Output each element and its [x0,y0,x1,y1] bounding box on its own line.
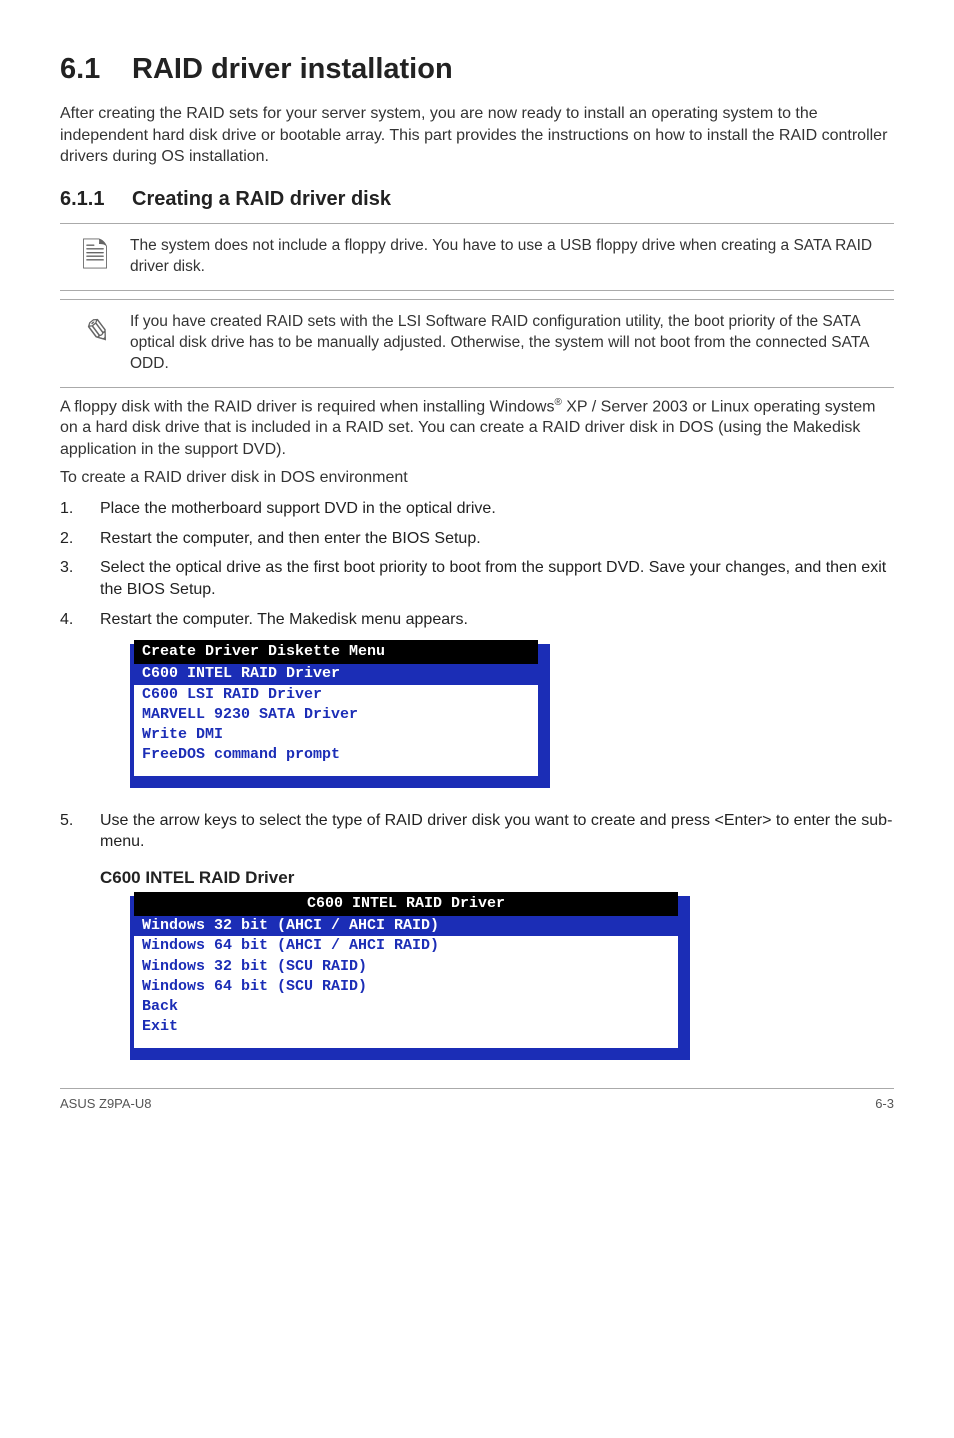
footer-divider [60,1088,894,1089]
intro-paragraph: After creating the RAID sets for your se… [60,103,894,168]
menu-item[interactable]: Windows 64 bit (SCU RAID) [134,977,678,997]
console-menu: C600 INTEL RAID Driver Windows 32 bit (A… [130,896,690,1060]
note-box: 🗎 The system does not include a floppy d… [60,223,894,291]
footer-right: 6-3 [875,1095,894,1113]
menu-item[interactable]: MARVELL 9230 SATA Driver [134,705,538,725]
menu-item[interactable]: Exit [134,1017,678,1037]
note-box: ✎ If you have created RAID sets with the… [60,299,894,388]
pencil-icon: ✎ [60,308,130,356]
step-number: 1. [60,498,100,520]
menu-item[interactable]: Write DMI [134,725,538,745]
console-caption: C600 INTEL RAID Driver [100,867,894,890]
subsection-heading: 6.1.1Creating a RAID driver disk [60,186,894,213]
step-text: Use the arrow keys to select the type of… [100,810,894,853]
step-list: 5.Use the arrow keys to select the type … [60,806,894,857]
list-item: 1.Place the motherboard support DVD in t… [60,494,894,524]
list-item: 2.Restart the computer, and then enter t… [60,524,894,554]
note-text: If you have created RAID sets with the L… [130,308,894,379]
list-item: 5.Use the arrow keys to select the type … [60,806,894,857]
list-item: 4.Restart the computer. The Makedisk men… [60,605,894,635]
section-title: RAID driver installation [132,53,453,85]
step-number: 3. [60,557,100,600]
footer-left: ASUS Z9PA-U8 [60,1095,152,1113]
console-title: C600 INTEL RAID Driver [134,892,678,916]
subsection-title: Creating a RAID driver disk [132,188,391,210]
step-number: 2. [60,528,100,550]
step-number: 4. [60,609,100,631]
step-text: Place the motherboard support DVD in the… [100,498,894,520]
list-item: 3.Select the optical drive as the first … [60,553,894,604]
menu-item[interactable]: Windows 32 bit (AHCI / AHCI RAID) [134,916,678,936]
menu-item[interactable]: Windows 32 bit (SCU RAID) [134,957,678,977]
menu-item[interactable]: C600 INTEL RAID Driver [134,664,538,684]
body-paragraph: A floppy disk with the RAID driver is re… [60,396,894,461]
subsection-number: 6.1.1 [60,186,132,213]
console-menu: Create Driver Diskette Menu C600 INTEL R… [130,644,550,788]
step-text: Select the optical drive as the first bo… [100,557,894,600]
step-number: 5. [60,810,100,853]
step-text: Restart the computer. The Makedisk menu … [100,609,894,631]
console-title: Create Driver Diskette Menu [134,640,538,664]
step-list: 1.Place the motherboard support DVD in t… [60,494,894,634]
note-text: The system does not include a floppy dri… [130,232,894,282]
step-text: Restart the computer, and then enter the… [100,528,894,550]
section-number: 6.1 [60,50,132,89]
note-icon: 🗎 [60,232,130,280]
section-heading: 6.1RAID driver installation [60,50,894,89]
page-footer: ASUS Z9PA-U8 6-3 [60,1095,894,1113]
text-run: A floppy disk with the RAID driver is re… [60,398,554,415]
menu-item[interactable]: FreeDOS command prompt [134,745,538,765]
body-paragraph: To create a RAID driver disk in DOS envi… [60,467,894,489]
menu-item[interactable]: Back [134,997,678,1017]
registered-mark: ® [554,397,561,408]
menu-item[interactable]: Windows 64 bit (AHCI / AHCI RAID) [134,936,678,956]
menu-item[interactable]: C600 LSI RAID Driver [134,685,538,705]
